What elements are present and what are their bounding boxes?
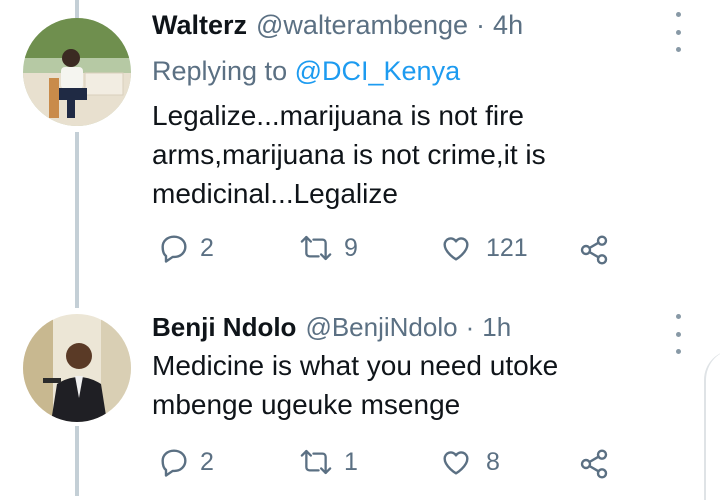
like-button[interactable]: 121 <box>440 232 528 264</box>
tweet-header: Benji Ndolo @BenjiNdolo · 1h <box>152 312 511 343</box>
avatar[interactable] <box>23 18 131 126</box>
handle[interactable]: @BenjiNdolo <box>305 312 457 343</box>
handle[interactable]: @walterambenge <box>256 10 468 41</box>
retweet-count: 1 <box>344 447 358 476</box>
like-button[interactable]: 8 <box>440 446 500 478</box>
reply-icon <box>161 235 187 263</box>
more-vertical-icon[interactable] <box>668 12 688 52</box>
retweet-icon <box>300 235 332 261</box>
reply-button[interactable]: 2 <box>158 232 214 264</box>
scroll-edge <box>704 350 720 500</box>
share-icon <box>580 235 608 265</box>
share-icon <box>580 449 608 479</box>
timestamp[interactable]: 1h <box>482 312 511 343</box>
reply-count: 2 <box>200 233 214 262</box>
avatar[interactable] <box>23 314 131 422</box>
display-name[interactable]: Walterz <box>152 10 247 41</box>
separator-dot: · <box>476 10 486 40</box>
retweet-button[interactable]: 9 <box>298 232 358 264</box>
thread-line <box>75 132 79 308</box>
reply-icon <box>161 449 187 477</box>
retweet-count: 9 <box>344 233 358 262</box>
like-count: 121 <box>486 233 528 262</box>
like-icon <box>443 451 469 475</box>
tweet-text: Medicine is what you need utoke mbenge u… <box>152 350 559 420</box>
share-button[interactable] <box>578 448 610 485</box>
display-name[interactable]: Benji Ndolo <box>152 312 296 343</box>
retweet-button[interactable]: 1 <box>298 446 358 478</box>
separator-dot: · <box>465 312 475 342</box>
reply-count: 2 <box>200 447 214 476</box>
more-vertical-icon[interactable] <box>668 314 688 354</box>
replying-to-label: Replying to <box>152 56 288 86</box>
tweet-header: Walterz @walterambenge · 4h <box>152 10 523 41</box>
thread-line <box>75 426 79 496</box>
retweet-icon <box>300 449 332 475</box>
share-button[interactable] <box>578 234 610 271</box>
mention-link[interactable]: @DCI_Kenya <box>295 56 460 86</box>
reply-button[interactable]: 2 <box>158 446 214 478</box>
like-count: 8 <box>486 447 500 476</box>
replying-to: Replying to @DCI_Kenya <box>152 56 460 87</box>
tweet-text: Legalize...marijuana is not fire arms,ma… <box>152 100 546 209</box>
timestamp[interactable]: 4h <box>493 10 523 41</box>
like-icon <box>443 237 469 261</box>
